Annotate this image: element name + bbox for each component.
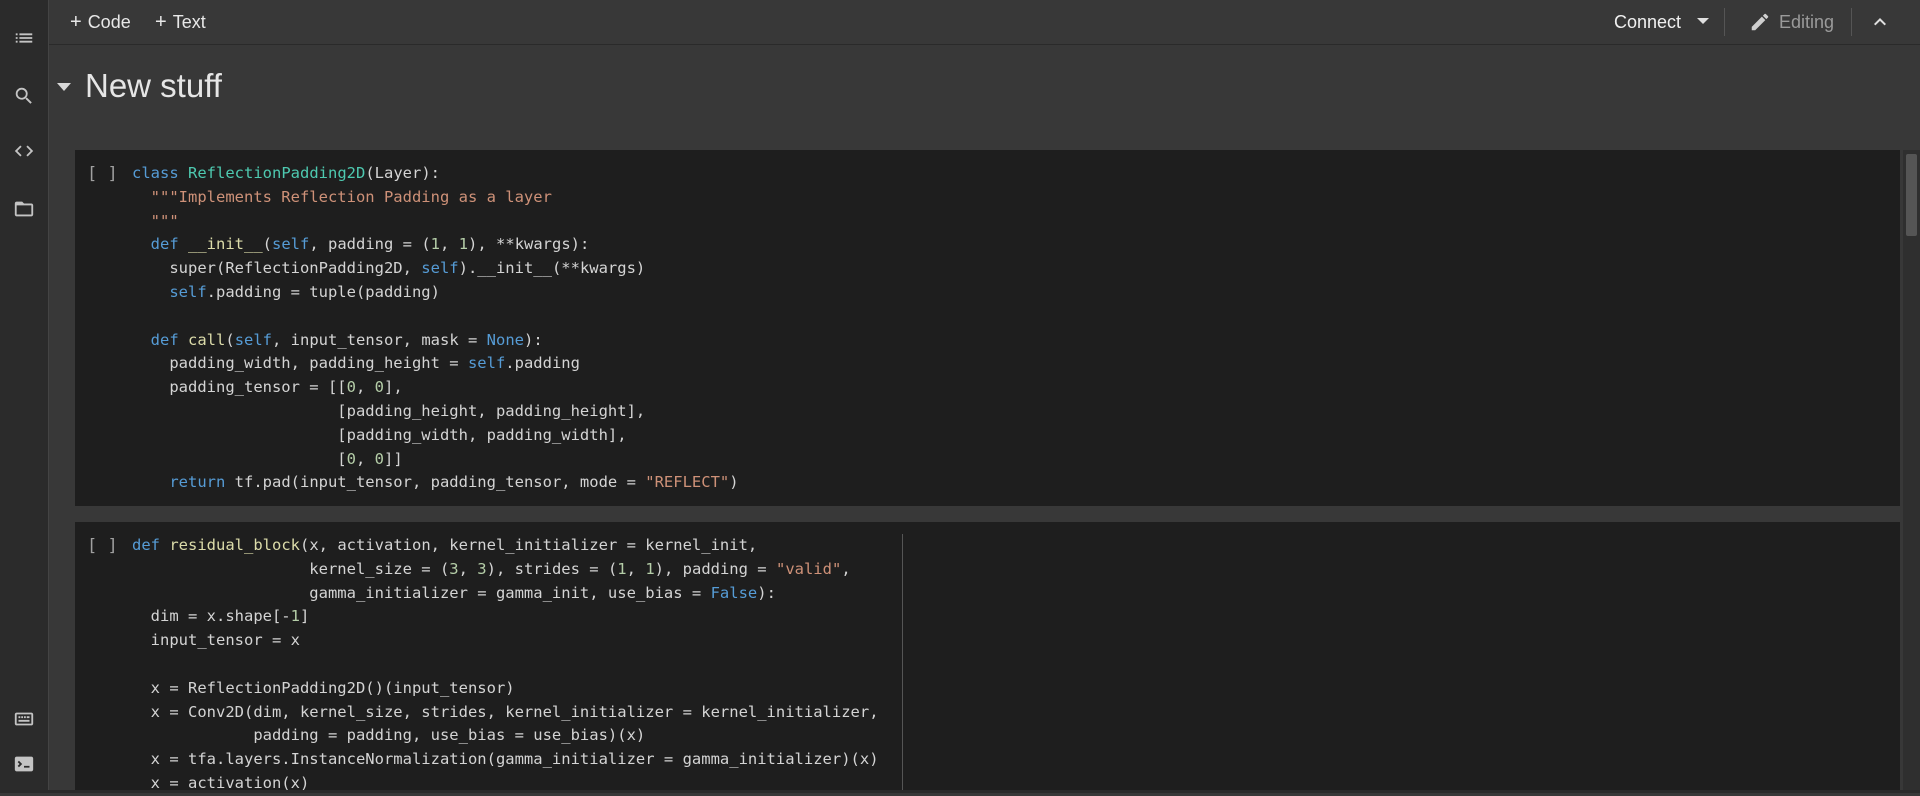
left-sidebar	[0, 0, 49, 793]
code-cell[interactable]: [ ] def residual_block(x, activation, ke…	[75, 522, 1900, 793]
add-code-label: Code	[87, 11, 131, 32]
code-line: x = ReflectionPadding2D()(input_tensor)	[132, 678, 515, 697]
code-line: """	[132, 211, 179, 230]
plus-icon: +	[155, 10, 167, 33]
toolbar-divider	[1851, 8, 1852, 36]
code-line: x = tfa.layers.InstanceNormalization(gam…	[132, 750, 879, 769]
code-line: def call(self, input_tensor, mask = None…	[150, 330, 543, 349]
editing-mode-button[interactable]: Editing	[1749, 0, 1834, 44]
section-collapse-caret-icon[interactable]	[57, 83, 71, 91]
run-cell-button[interactable]: [ ]	[87, 164, 118, 184]
code-line: def residual_block(x, activation, kernel…	[132, 536, 758, 554]
code-editor[interactable]: def residual_block(x, activation, kernel…	[132, 534, 879, 796]
search-icon[interactable]	[12, 84, 36, 108]
code-snippets-icon[interactable]	[12, 139, 36, 163]
line-length-ruler	[902, 534, 903, 793]
code-line: self.padding = tuple(padding)	[169, 282, 440, 301]
editing-label: Editing	[1779, 11, 1835, 32]
terminal-icon[interactable]	[12, 752, 36, 776]
add-text-label: Text	[172, 11, 206, 32]
code-line: padding = padding, use_bias = use_bias)(…	[132, 726, 646, 745]
section-title: New stuff	[85, 67, 222, 104]
add-text-button[interactable]: + Text	[155, 0, 206, 44]
connect-button[interactable]: Connect	[1614, 0, 1681, 44]
code-line: x = Conv2D(dim, kernel_size, strides, ke…	[132, 702, 879, 721]
command-palette-icon[interactable]	[12, 707, 36, 731]
toolbar-divider	[1724, 8, 1725, 36]
code-editor[interactable]: class ReflectionPadding2D(Layer): """Imp…	[132, 162, 739, 495]
scrollbar-thumb[interactable]	[1906, 154, 1917, 236]
code-line: return tf.pad(input_tensor, padding_tens…	[169, 473, 739, 492]
code-line: padding_tensor = [[0, 0],	[132, 378, 403, 397]
pencil-icon	[1751, 13, 1769, 31]
code-line: [padding_height, padding_height],	[132, 401, 646, 420]
toc-icon[interactable]	[12, 26, 36, 50]
code-line: dim = x.shape[-1]	[132, 607, 310, 626]
code-line: input_tensor = x	[132, 631, 300, 650]
chevron-down-icon[interactable]	[1697, 18, 1709, 24]
code-line: padding_width, padding_height = self.pad…	[132, 354, 580, 373]
section-header: New stuff	[49, 45, 1920, 145]
vertical-scrollbar[interactable]	[1903, 150, 1920, 793]
code-line: gamma_initializer = gamma_init, use_bias…	[132, 583, 776, 602]
code-cell[interactable]: [ ] class ReflectionPadding2D(Layer): ""…	[75, 150, 1900, 506]
code-line: """Implements Reflection Padding as a la…	[132, 187, 552, 206]
run-cell-button[interactable]: [ ]	[87, 536, 118, 556]
code-line: def __init__(self, padding = (1, 1), **k…	[150, 235, 590, 254]
code-line: class ReflectionPadding2D(Layer):	[132, 164, 440, 182]
plus-icon: +	[70, 10, 82, 33]
code-line: kernel_size = (3, 3), strides = (1, 1), …	[132, 559, 851, 578]
code-line: [0, 0]]	[132, 449, 403, 468]
chevron-up-icon[interactable]	[1868, 10, 1892, 34]
code-line: super(ReflectionPadding2D, self).__init_…	[132, 259, 646, 278]
connect-label: Connect	[1614, 11, 1682, 32]
code-line: [padding_width, padding_width],	[132, 425, 627, 444]
add-code-button[interactable]: + Code	[70, 0, 131, 44]
folder-icon[interactable]	[12, 197, 36, 221]
